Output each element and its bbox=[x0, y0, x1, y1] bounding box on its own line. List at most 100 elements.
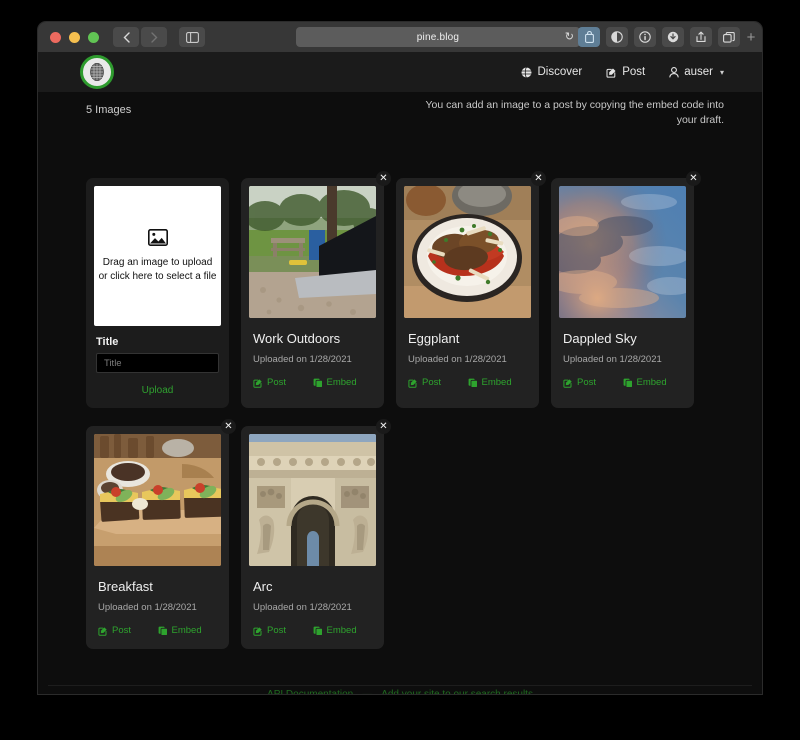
image-card[interactable]: ✕ bbox=[396, 171, 546, 408]
edit-square-icon bbox=[408, 378, 418, 388]
site-nav: Discover Post auser ▾ bbox=[521, 66, 724, 78]
download-icon[interactable] bbox=[662, 27, 684, 47]
copy-icon bbox=[623, 378, 633, 388]
post-label: Post bbox=[112, 625, 132, 636]
copy-icon bbox=[313, 378, 323, 388]
title-field-label: Title bbox=[96, 336, 119, 348]
close-icon[interactable]: ✕ bbox=[531, 171, 546, 186]
image-placeholder-icon bbox=[147, 228, 168, 246]
reload-icon[interactable]: ↻ bbox=[565, 30, 574, 44]
post-button[interactable]: Post bbox=[408, 377, 468, 388]
nav-user-label: auser bbox=[684, 66, 713, 78]
title-input-placeholder: Title bbox=[104, 357, 122, 369]
edit-square-icon bbox=[253, 626, 263, 636]
close-icon[interactable]: ✕ bbox=[686, 171, 701, 186]
post-label: Post bbox=[577, 377, 597, 388]
minimize-window-button[interactable] bbox=[69, 31, 80, 43]
shopping-bag-icon[interactable] bbox=[578, 27, 600, 47]
image-title: Breakfast bbox=[98, 579, 153, 594]
tab-overview-icon[interactable] bbox=[718, 27, 740, 47]
card-actions: Post Embed bbox=[408, 377, 527, 388]
upload-button[interactable]: Upload bbox=[86, 385, 229, 396]
image-upload-date: Uploaded on 1/28/2021 bbox=[253, 354, 352, 365]
image-upload-date: Uploaded on 1/28/2021 bbox=[253, 602, 352, 613]
maximize-window-button[interactable] bbox=[88, 31, 99, 43]
image-count-label: 5 Images bbox=[86, 104, 132, 116]
upload-card[interactable]: Drag an image to upload or click here to… bbox=[86, 178, 229, 408]
post-button[interactable]: Post bbox=[563, 377, 623, 388]
traffic-lights bbox=[38, 31, 99, 43]
nav-post[interactable]: Post bbox=[606, 66, 645, 78]
close-window-button[interactable] bbox=[50, 31, 61, 43]
embed-label: Embed bbox=[326, 377, 357, 388]
image-title: Work Outdoors bbox=[253, 331, 341, 346]
edit-square-icon bbox=[253, 378, 263, 388]
back-button[interactable] bbox=[113, 27, 139, 47]
embed-button[interactable]: Embed bbox=[313, 377, 373, 388]
share-icon[interactable] bbox=[690, 27, 712, 47]
page-footer: API Documentation — Add your site to our… bbox=[38, 684, 762, 694]
embed-label: Embed bbox=[326, 625, 357, 636]
edit-square-icon bbox=[606, 67, 617, 78]
post-button[interactable]: Post bbox=[98, 625, 158, 636]
dropzone-text: Drag an image to upload or click here to… bbox=[98, 256, 217, 282]
embed-button[interactable]: Embed bbox=[468, 377, 528, 388]
close-icon[interactable]: ✕ bbox=[376, 171, 391, 186]
edit-square-icon bbox=[563, 378, 573, 388]
image-thumbnail[interactable] bbox=[94, 434, 221, 566]
image-card[interactable]: ✕ bbox=[241, 419, 391, 649]
embed-button[interactable]: Embed bbox=[623, 377, 683, 388]
title-input[interactable]: Title bbox=[96, 353, 219, 373]
image-title: Dappled Sky bbox=[563, 331, 637, 346]
image-upload-date: Uploaded on 1/28/2021 bbox=[563, 354, 662, 365]
footer-separator: — bbox=[362, 689, 372, 694]
user-icon bbox=[669, 66, 679, 78]
card-actions: Post Embed bbox=[253, 625, 372, 636]
copy-icon bbox=[313, 626, 323, 636]
nav-discover[interactable]: Discover bbox=[521, 66, 582, 78]
image-title: Arc bbox=[253, 579, 273, 594]
embed-button[interactable]: Embed bbox=[313, 625, 373, 636]
pinecone-logo[interactable] bbox=[80, 55, 114, 89]
image-thumbnail[interactable] bbox=[404, 186, 531, 318]
page-content: Discover Post auser ▾ 5 Images You can a… bbox=[38, 52, 762, 694]
post-button[interactable]: Post bbox=[253, 625, 313, 636]
globe-icon bbox=[521, 66, 532, 78]
close-icon[interactable]: ✕ bbox=[221, 419, 236, 434]
embed-button[interactable]: Embed bbox=[158, 625, 218, 636]
nav-post-label: Post bbox=[622, 66, 646, 78]
forward-button[interactable] bbox=[141, 27, 167, 47]
contrast-icon[interactable] bbox=[606, 27, 628, 47]
image-card[interactable]: ✕ bbox=[241, 171, 391, 408]
embed-hint-text: You can add an image to a post by copyin… bbox=[425, 99, 725, 126]
chevron-down-icon: ▾ bbox=[719, 67, 724, 77]
info-icon[interactable] bbox=[634, 27, 656, 47]
image-card[interactable]: ✕ bbox=[86, 419, 236, 649]
nav-user-menu[interactable]: auser ▾ bbox=[669, 66, 724, 78]
url-text: pine.blog bbox=[416, 31, 460, 43]
image-thumbnail[interactable] bbox=[559, 186, 686, 318]
copy-icon bbox=[158, 626, 168, 636]
image-card[interactable]: ✕ bbox=[551, 171, 701, 408]
add-site-link[interactable]: Add your site to our search results bbox=[381, 689, 533, 694]
image-thumbnail[interactable] bbox=[249, 186, 376, 318]
image-title: Eggplant bbox=[408, 331, 460, 346]
post-label: Post bbox=[422, 377, 442, 388]
new-tab-button[interactable]: + bbox=[742, 27, 760, 47]
sidebar-toggle-button[interactable] bbox=[179, 27, 205, 47]
address-bar[interactable]: pine.blog ↻ bbox=[296, 27, 580, 47]
post-label: Post bbox=[267, 625, 287, 636]
site-header: Discover Post auser ▾ bbox=[38, 52, 762, 92]
image-thumbnail[interactable] bbox=[249, 434, 376, 566]
api-documentation-link[interactable]: API Documentation bbox=[267, 689, 353, 694]
dropzone[interactable]: Drag an image to upload or click here to… bbox=[94, 186, 221, 326]
card-actions: Post Embed bbox=[563, 377, 682, 388]
toolbar-buttons bbox=[578, 27, 740, 47]
navigation-buttons bbox=[113, 27, 205, 47]
post-label: Post bbox=[267, 377, 287, 388]
copy-icon bbox=[468, 378, 478, 388]
embed-label: Embed bbox=[481, 377, 512, 388]
image-grid: Drag an image to upload or click here to… bbox=[86, 171, 730, 649]
post-button[interactable]: Post bbox=[253, 377, 313, 388]
close-icon[interactable]: ✕ bbox=[376, 419, 391, 434]
